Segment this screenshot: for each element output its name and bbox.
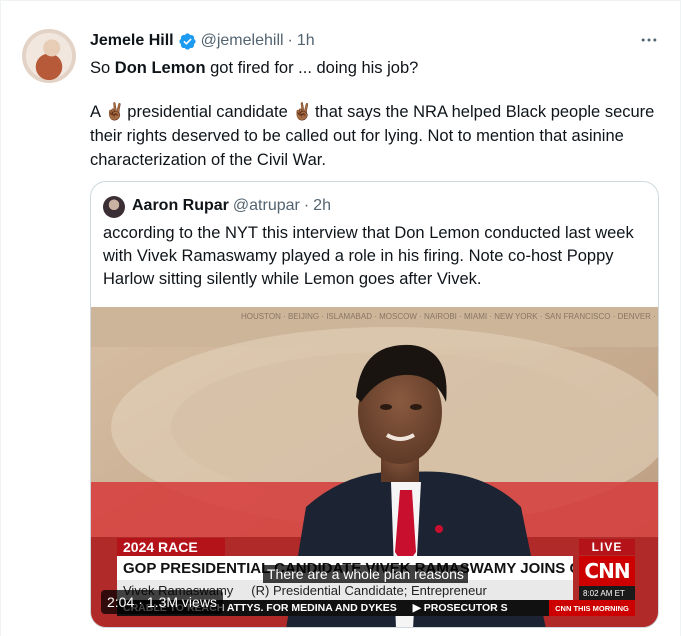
quoted-tweet-text: according to the NYT this interview that…: [103, 224, 634, 288]
timeline-frame: Jemele Hill @jemelehill · 1h So Don Lemo…: [0, 0, 681, 636]
tweet-paragraph-2: A ✌🏾 presidential candidate ✌🏾 that says…: [90, 100, 665, 172]
video-duration-views: 2:04 · 1.3M views: [101, 590, 223, 614]
quoted-display-name: Aaron Rupar: [132, 197, 229, 214]
tweet-text: So Don Lemon got fired for ... doing his…: [90, 56, 665, 172]
victory-hand-emoji: ✌🏾: [104, 103, 126, 121]
video-duration: 2:04: [107, 594, 135, 610]
quoted-handle: @atrupar: [232, 197, 300, 214]
victory-hand-emoji: ✌🏾: [292, 103, 313, 121]
show-name: CNN THIS MORNING: [549, 600, 635, 616]
video-captions: There are a whole plan reasons: [263, 565, 468, 583]
more-options-button[interactable]: [635, 29, 663, 51]
quoted-timestamp: 2h: [313, 197, 331, 214]
author-avatar[interactable]: [22, 29, 76, 83]
text-span: A: [90, 103, 105, 121]
live-badge: LIVE: [579, 539, 635, 555]
text-span: presidential candidate: [122, 103, 293, 121]
text-span: So: [90, 59, 115, 77]
verified-badge-icon[interactable]: [178, 32, 197, 51]
more-horizontal-icon: [641, 38, 657, 42]
tweet-header: Jemele Hill @jemelehill · 1h: [90, 30, 315, 52]
separator-dot: ·: [138, 594, 143, 610]
tweet-timestamp[interactable]: 1h: [297, 32, 315, 50]
separator-dot: ·: [287, 32, 293, 49]
quoted-tweet-header: Aaron Rupar @atrupar · 2h: [132, 195, 331, 217]
ticker-text-b: ▶ PROSECUTOR S: [412, 602, 508, 614]
chyron-race-label: 2024 RACE: [117, 538, 225, 556]
tweet-line-1: So Don Lemon got fired for ... doing his…: [90, 56, 665, 80]
author-display-name[interactable]: Jemele Hill: [90, 32, 174, 50]
chyron-guest-title: (R) Presidential Candidate; Entrepreneur: [251, 582, 487, 598]
broadcast-clock: 8:02 AM ET: [579, 586, 635, 600]
mention-bold: Don Lemon: [114, 59, 206, 77]
author-handle[interactable]: @jemelehill: [201, 32, 284, 50]
quoted-tweet-card[interactable]: Aaron Rupar @atrupar · 2h according to t…: [90, 181, 659, 628]
text-span: got fired for ... doing his job?: [205, 59, 419, 77]
background-cities-text: HOUSTON · BEIJING · ISLAMABAD · MOSCOW ·…: [241, 312, 659, 321]
cnn-logo: CNN: [579, 556, 635, 586]
video-view-count: 1.3M views: [146, 594, 217, 610]
quoted-author-avatar: [103, 196, 125, 218]
separator-dot: ·: [303, 197, 310, 214]
video-player[interactable]: HOUSTON · BEIJING · ISLAMABAD · MOSCOW ·…: [91, 307, 659, 627]
